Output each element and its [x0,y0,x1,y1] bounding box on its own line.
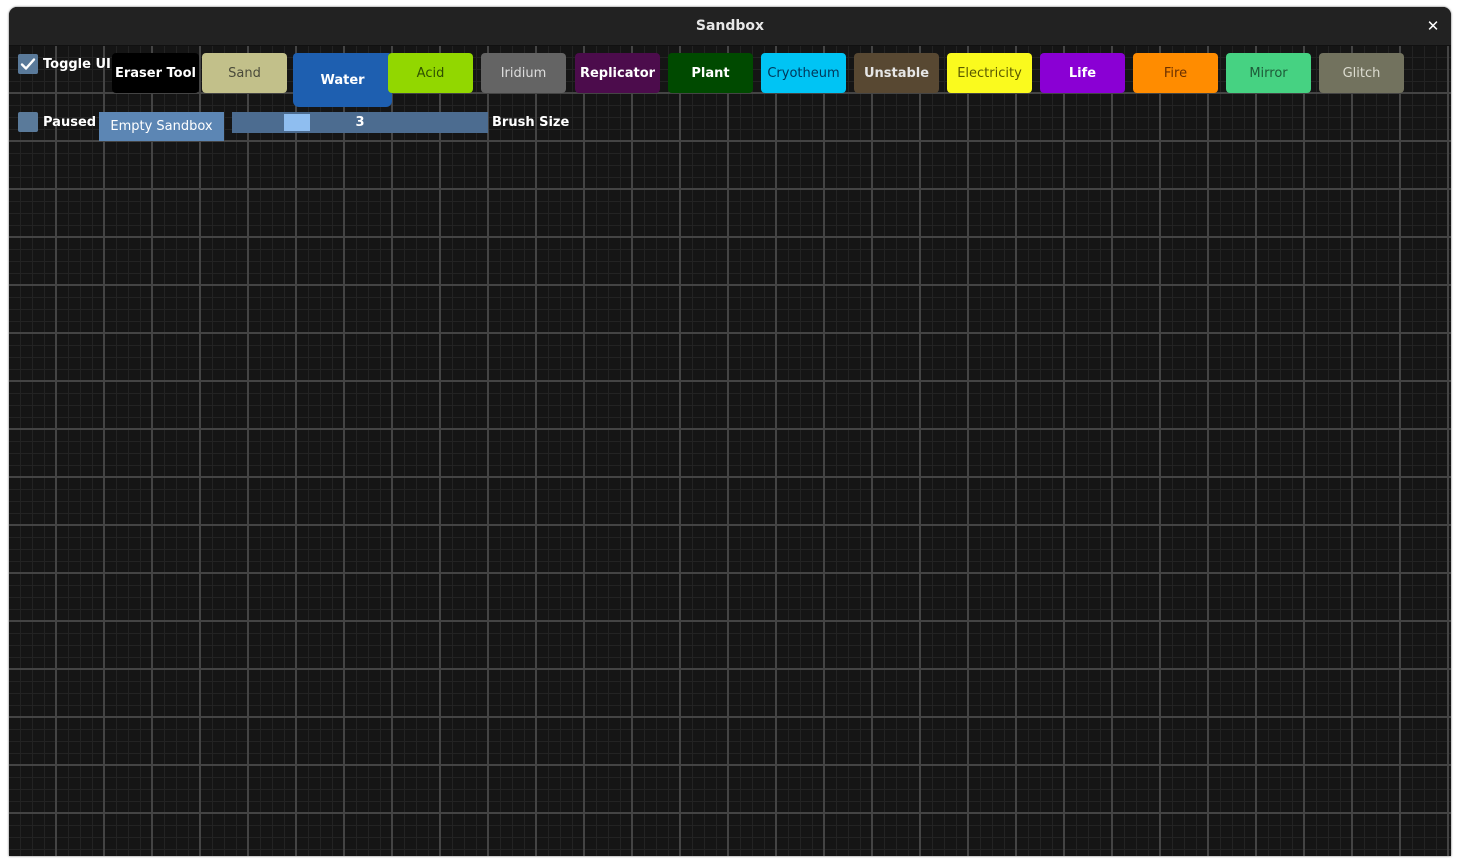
window-title: Sandbox [695,18,765,34]
checkmark-icon [20,58,36,70]
element-button-life[interactable]: Life [1040,53,1125,93]
brush-size-label: Brush Size [492,115,570,130]
element-button-unstable[interactable]: Unstable [854,53,939,93]
element-button-fire[interactable]: Fire [1133,53,1218,93]
paused-label: Paused [43,114,97,130]
element-button-mirror[interactable]: Mirror [1226,53,1311,93]
element-button-glitch[interactable]: Glitch [1319,53,1404,93]
element-button-sand[interactable]: Sand [202,53,287,93]
sandbox-window: Sandbox ✕ Toggle UI Eraser Tool Sand Water… [9,7,1451,856]
title-bar[interactable]: Sandbox ✕ [9,7,1451,46]
element-button-water[interactable]: Water [293,53,392,107]
brush-size-slider[interactable]: 3 [232,112,488,133]
element-button-plant[interactable]: Plant [668,53,753,93]
paused-control[interactable]: Paused [18,112,96,132]
element-button-replicator[interactable]: Replicator [575,53,660,93]
toggle-ui-checkbox[interactable] [18,54,38,74]
paused-checkbox[interactable] [18,112,38,132]
brush-size-value: 3 [355,115,365,130]
ui-overlay: Toggle UI Eraser Tool Sand Water Acid Iridiu… [9,46,1451,856]
element-button-iridium[interactable]: Iridium [481,53,566,93]
empty-sandbox-button[interactable]: Empty Sandbox [99,112,224,141]
element-button-electricity[interactable]: Electricity [947,53,1032,93]
toggle-ui-control[interactable]: Toggle UI [18,54,111,74]
element-button-cryotheum[interactable]: Cryotheum [761,53,846,93]
element-button-eraser-tool[interactable]: Eraser Tool [112,53,199,93]
element-button-acid[interactable]: Acid [388,53,473,93]
sandbox-canvas[interactable]: Toggle UI Eraser Tool Sand Water Acid Iridiu… [9,46,1451,856]
toggle-ui-label: Toggle UI [43,56,111,72]
close-icon[interactable]: ✕ [1423,16,1443,36]
